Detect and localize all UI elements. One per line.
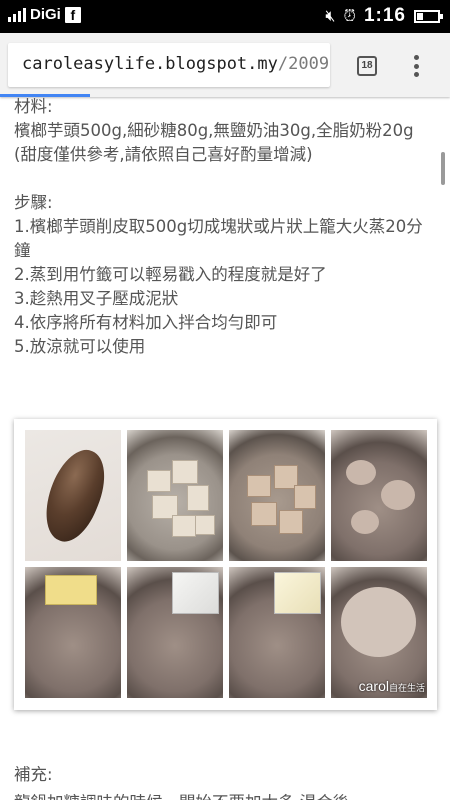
step-item: 2.蒸到用竹籤可以輕易戳入的程度就是好了 xyxy=(14,265,327,284)
scrollbar-thumb[interactable] xyxy=(441,152,445,185)
address-bar[interactable]: caroleasylife.blogspot.my/2009 xyxy=(8,43,330,87)
battery-icon xyxy=(414,9,443,23)
photo-add-sugar xyxy=(127,567,223,698)
status-bar: DiGi f 🔇︎ ⏰︎ 1:16 xyxy=(0,0,450,33)
ingredients-heading: 材料: xyxy=(14,97,53,116)
photo-add-butter xyxy=(25,567,121,698)
url-domain: caroleasylife.blogspot.my xyxy=(22,54,278,74)
photo-finished-taro-paste: carol自在生活 xyxy=(331,567,427,698)
overflow-menu-icon[interactable] xyxy=(413,55,419,77)
url-path: /2009 xyxy=(277,54,330,74)
recipe-photo-collage[interactable]: carol自在生活 xyxy=(14,419,437,710)
clock: 1:16 xyxy=(363,5,406,26)
alarm-icon: ⏰︎ xyxy=(343,6,356,25)
web-content[interactable]: 材料: 檳榔芋頭500g,細砂糖80g,無鹽奶油30g,全脂奶粉20g (甜度僅… xyxy=(0,97,450,800)
photo-mashing-taro xyxy=(331,430,427,561)
article-body: 材料: 檳榔芋頭500g,細砂糖80g,無鹽奶油30g,全脂奶粉20g (甜度僅… xyxy=(14,97,439,359)
sweetness-note: (甜度僅供參考,請依照自己喜好酌量增減) xyxy=(14,145,313,164)
ingredients-text: 檳榔芋頭500g,細砂糖80g,無鹽奶油30g,全脂奶粉20g xyxy=(14,121,414,140)
step-item: 4.依序將所有材料加入拌合均勻即可 xyxy=(14,313,278,332)
carrier-name: DiGi xyxy=(30,6,61,23)
url-text[interactable]: caroleasylife.blogspot.my/2009 xyxy=(22,54,329,74)
mute-icon: 🔇︎ xyxy=(325,6,336,25)
step-item: 3.趁熱用叉子壓成泥狀 xyxy=(14,289,179,308)
step-item: 5.放涼就可以使用 xyxy=(14,337,146,356)
step-item: 1.檳榔芋頭削皮取500g切成塊狀或片狀上籠大火蒸20分鐘 xyxy=(14,217,423,260)
photo-steamed-taro xyxy=(229,430,325,561)
supplement-text-partial: 龍鍋加糖調味的時候，開始不要加太多 湯合後 xyxy=(14,791,349,800)
steps-heading: 步驟: xyxy=(14,193,53,212)
photo-raw-taro xyxy=(25,430,121,561)
facebook-icon: f xyxy=(64,6,81,23)
supplement-heading: 補充: xyxy=(14,765,53,784)
browser-toolbar: caroleasylife.blogspot.my/2009 18 xyxy=(0,33,450,97)
photo-add-milk-powder xyxy=(229,567,325,698)
photo-watermark: carol自在生活 xyxy=(358,678,425,694)
photo-taro-cubes xyxy=(127,430,223,561)
signal-icon xyxy=(8,7,26,22)
tab-switcher-button[interactable]: 18 xyxy=(357,56,377,76)
